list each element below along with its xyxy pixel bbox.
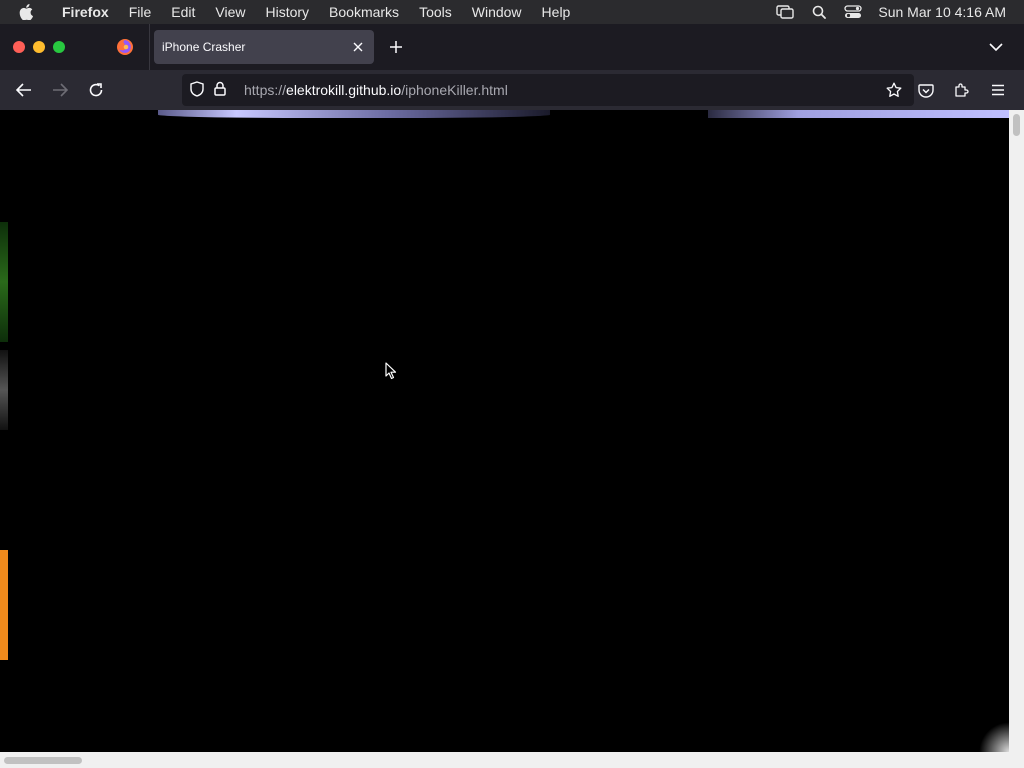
- menu-tools[interactable]: Tools: [409, 4, 462, 20]
- tab-active[interactable]: iPhone Crasher: [154, 30, 374, 64]
- chevron-down-icon: [989, 42, 1003, 51]
- content-edge-artifact: [0, 550, 8, 660]
- page-content[interactable]: [0, 110, 1009, 752]
- menu-view[interactable]: View: [205, 4, 255, 20]
- window-controls: [0, 41, 100, 53]
- lock-icon[interactable]: [214, 81, 226, 99]
- app-menu-button[interactable]: [980, 74, 1016, 106]
- content-edge-artifact: [0, 222, 8, 342]
- content-glow-artifact: [158, 110, 550, 118]
- forward-icon: [53, 83, 68, 97]
- menu-file[interactable]: File: [119, 4, 162, 20]
- reload-button[interactable]: [78, 74, 114, 106]
- forward-button[interactable]: [42, 74, 78, 106]
- vertical-scrollbar[interactable]: [1009, 110, 1024, 752]
- url-host: elektrokill.github.io: [286, 82, 402, 98]
- url-bar[interactable]: https://elektrokill.github.io/iphoneKill…: [182, 74, 914, 106]
- fullscreen-window-button[interactable]: [53, 41, 65, 53]
- back-button[interactable]: [6, 74, 42, 106]
- new-tab-button[interactable]: [374, 30, 418, 64]
- menu-bookmarks[interactable]: Bookmarks: [319, 4, 409, 20]
- content-glow-artifact: [979, 722, 1009, 752]
- menu-window[interactable]: Window: [462, 4, 532, 20]
- bookmark-star-icon[interactable]: [880, 82, 908, 98]
- list-all-tabs-button[interactable]: [968, 30, 1024, 64]
- menubar-clock[interactable]: Sun Mar 10 4:16 AM: [870, 4, 1006, 20]
- firefox-logo-icon: [116, 39, 133, 55]
- minimize-window-button[interactable]: [33, 41, 45, 53]
- horizontal-scroll-thumb[interactable]: [4, 757, 82, 764]
- tab-title: iPhone Crasher: [162, 40, 246, 54]
- menu-help[interactable]: Help: [532, 4, 581, 20]
- menu-history[interactable]: History: [255, 4, 319, 20]
- menu-edit[interactable]: Edit: [161, 4, 205, 20]
- tab-strip: iPhone Crasher: [0, 24, 1024, 70]
- spotlight-search-icon[interactable]: [802, 0, 836, 24]
- apple-icon[interactable]: [0, 4, 52, 20]
- menu-icon: [992, 84, 1004, 96]
- close-window-button[interactable]: [13, 41, 25, 53]
- screen-mirror-icon[interactable]: [768, 0, 802, 24]
- menu-app-firefox[interactable]: Firefox: [52, 4, 119, 20]
- extensions-button[interactable]: [944, 74, 980, 106]
- close-tab-icon[interactable]: [350, 39, 366, 55]
- vertical-scroll-thumb[interactable]: [1013, 114, 1020, 136]
- reload-icon: [89, 83, 103, 97]
- shield-icon[interactable]: [190, 80, 204, 100]
- macos-menu-bar: Firefox File Edit View History Bookmarks…: [0, 0, 1024, 24]
- navigation-toolbar: https://elektrokill.github.io/iphoneKill…: [0, 70, 1024, 110]
- pocket-button[interactable]: [908, 74, 944, 106]
- horizontal-scrollbar[interactable]: [0, 752, 1024, 768]
- content-glow-artifact: [708, 110, 1009, 118]
- firefox-view-button[interactable]: [100, 24, 150, 70]
- plus-icon: [390, 41, 402, 53]
- back-icon: [16, 83, 31, 97]
- extensions-icon: [955, 83, 969, 97]
- url-text[interactable]: https://elektrokill.github.io/iphoneKill…: [244, 82, 880, 98]
- pocket-icon: [918, 83, 934, 98]
- url-scheme: https://: [244, 82, 287, 98]
- mouse-pointer-icon: [385, 362, 397, 385]
- url-path: /iphoneKiller.html: [401, 82, 508, 98]
- control-center-icon[interactable]: [836, 0, 870, 24]
- content-edge-artifact: [0, 350, 8, 430]
